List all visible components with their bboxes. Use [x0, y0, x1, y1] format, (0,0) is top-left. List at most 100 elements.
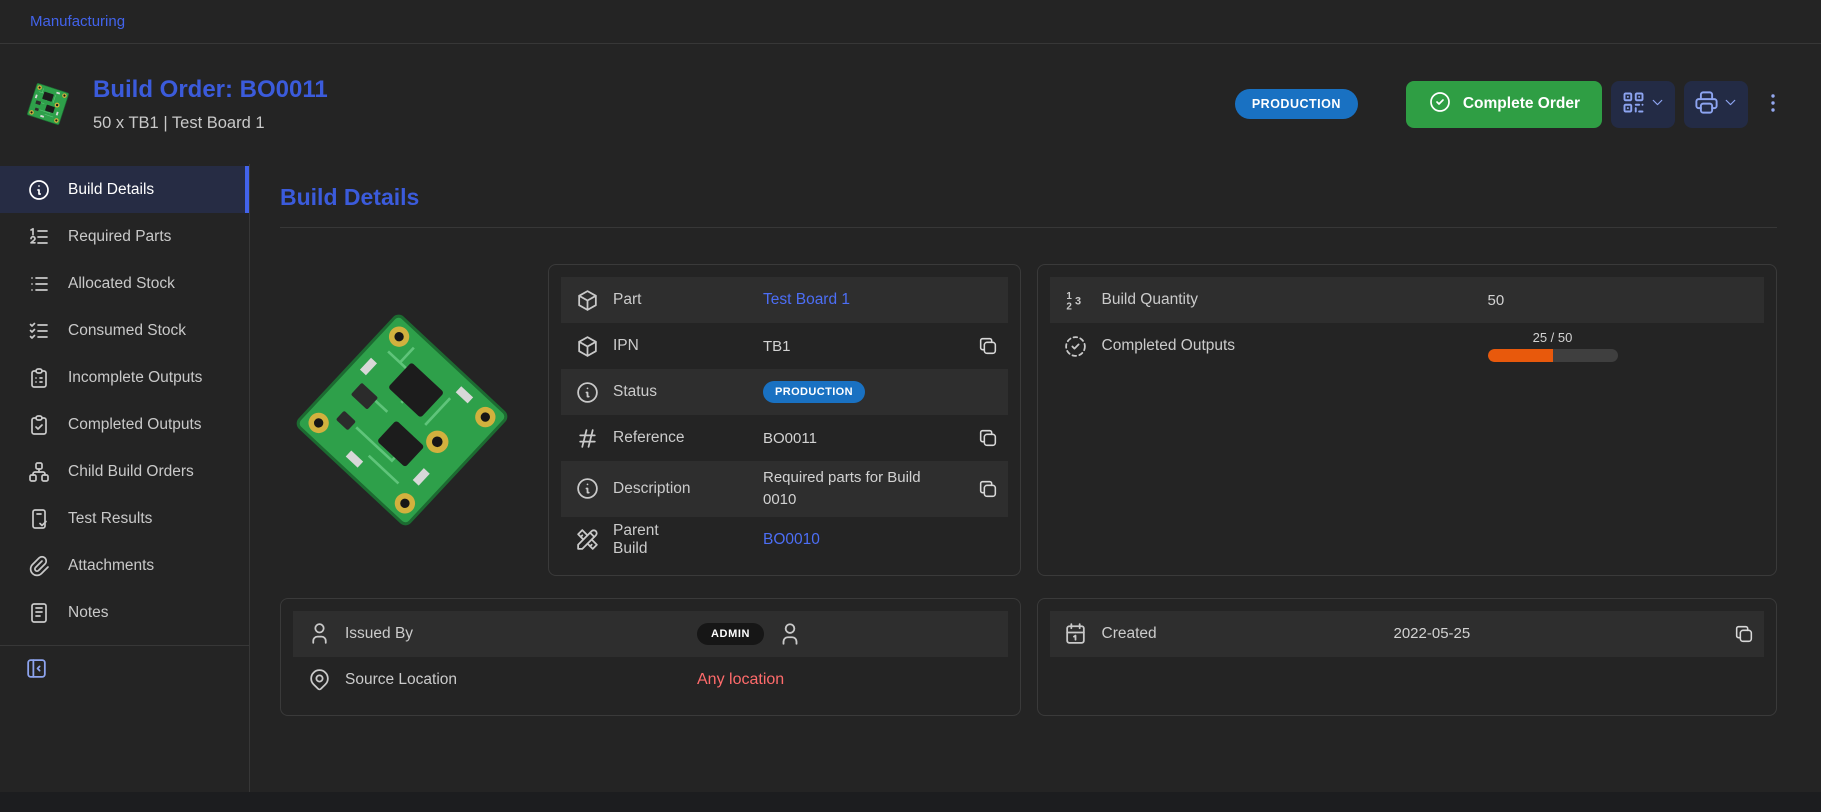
sidebar-item-allocated-stock[interactable]: Allocated Stock [0, 260, 249, 307]
sidebar-item-completed-outputs[interactable]: Completed Outputs [0, 401, 249, 448]
row-value: TB1 [763, 338, 968, 355]
row-label: Status [613, 383, 763, 401]
box-icon [561, 334, 613, 359]
page-title: Build Order: BO0011 [93, 76, 328, 104]
created-card: Created2022-05-25 [1037, 598, 1778, 716]
row-value: Required parts for Build 0010 [763, 461, 968, 517]
progress-bar: 25 / 50 [1488, 330, 1618, 362]
complete-order-button[interactable]: Complete Order [1406, 81, 1602, 128]
status-badge: PRODUCTION [1235, 89, 1358, 119]
row-label: Parent Build [613, 522, 763, 558]
copy-icon [977, 478, 999, 500]
row-value: BO0011 [763, 430, 968, 447]
row-label: IPN [613, 337, 763, 355]
sidebar-item-consumed-stock[interactable]: Consumed Stock [0, 307, 249, 354]
row-label: Issued By [345, 625, 697, 643]
copy-button[interactable] [968, 335, 1008, 357]
chevron-down-icon [1722, 94, 1739, 114]
user-icon [777, 621, 803, 647]
layout-sidebar-collapse-icon [24, 656, 49, 684]
user-icon [293, 621, 345, 646]
detail-row-reference: ReferenceBO0011 [561, 415, 1008, 461]
detail-row-created: Created2022-05-25 [1050, 611, 1765, 657]
value-link[interactable]: Test Board 1 [763, 291, 850, 309]
detail-row-status: StatusPRODUCTION [561, 369, 1008, 415]
row-label: Completed Outputs [1102, 337, 1488, 355]
barcode-actions-button[interactable] [1611, 81, 1675, 128]
value-link[interactable]: BO0010 [763, 531, 820, 549]
row-value: ADMIN [697, 621, 968, 647]
info-circle-icon [561, 380, 613, 405]
copy-button[interactable] [968, 427, 1008, 449]
build-quantity-card: 123Build Quantity50 Completed Outputs 25 /… [1037, 264, 1778, 576]
breadcrumb: Manufacturing [0, 0, 1821, 44]
sidebar-item-incomplete-outputs[interactable]: Incomplete Outputs [0, 354, 249, 401]
sidebar-item-label: Test Results [68, 510, 152, 528]
clipboard-list-icon [27, 366, 51, 390]
calendar-icon [1050, 621, 1102, 646]
copy-icon [1733, 623, 1755, 645]
svg-text:2: 2 [1066, 301, 1072, 312]
build-order-page: Manufacturing Build Order: BO0011 50 x T… [0, 0, 1821, 792]
list-numbers-icon [27, 225, 51, 249]
user-badge: ADMIN [697, 623, 764, 645]
detail-row-source-location: Source LocationAny location [293, 657, 1008, 703]
map-pin-icon [293, 667, 345, 692]
breadcrumb-link-manufacturing[interactable]: Manufacturing [30, 13, 125, 30]
row-label: Description [613, 480, 763, 498]
detail-row-build-quantity: 123Build Quantity50 [1050, 277, 1765, 323]
sidebar-item-label: Build Details [68, 181, 154, 199]
row-label: Build Quantity [1102, 291, 1488, 309]
detail-row-issued-by: Issued ByADMIN [293, 611, 1008, 657]
copy-button[interactable] [968, 478, 1008, 500]
file-check-icon [27, 507, 51, 531]
issued-by-card: Issued ByADMINSource LocationAny locatio… [280, 598, 1021, 716]
more-actions-button[interactable] [1761, 91, 1785, 118]
sidebar-item-child-build-orders[interactable]: Child Build Orders [0, 448, 249, 495]
row-aux [968, 335, 1008, 357]
value-text: BO0011 [763, 430, 817, 447]
sidebar-item-label: Consumed Stock [68, 322, 186, 340]
row-label: Reference [613, 429, 763, 447]
notes-icon [27, 601, 51, 625]
content-area: Build Details Required Parts Allocated Sto… [0, 164, 1821, 792]
part-thumbnail-image [21, 77, 75, 131]
sidebar-item-label: Incomplete Outputs [68, 369, 202, 387]
progress-label: 25 / 50 [1533, 330, 1573, 345]
status-badge: PRODUCTION [763, 381, 865, 403]
progress-track [1488, 349, 1618, 362]
row-value: 50 [1488, 292, 1725, 309]
detail-row-parent-build: Parent BuildBO0010 [561, 517, 1008, 563]
hash-icon [561, 426, 613, 451]
sidebar-item-build-details[interactable]: Build Details [0, 166, 249, 213]
value-text: 50 [1488, 292, 1505, 309]
copy-icon [977, 335, 999, 357]
tools-icon [561, 527, 613, 552]
clipboard-check-icon [27, 413, 51, 437]
header-titles: Build Order: BO0011 50 x TB1 | Test Boar… [93, 76, 328, 133]
part-image[interactable] [280, 298, 524, 542]
sidebar-item-label: Required Parts [68, 228, 171, 246]
details-left-group: PartTest Board 1IPNTB1StatusPRODUCTIONRe… [280, 264, 1021, 576]
page-header: Build Order: BO0011 50 x TB1 | Test Boar… [0, 44, 1821, 164]
collapse-sidebar-button[interactable] [24, 656, 56, 684]
print-actions-button[interactable] [1684, 81, 1748, 128]
sidebar-item-attachments[interactable]: Attachments [0, 542, 249, 589]
row-value: Any location [697, 671, 968, 689]
sidebar-item-label: Child Build Orders [68, 463, 194, 481]
detail-row-description: DescriptionRequired parts for Build 0010 [561, 461, 1008, 517]
sidebar-nav: Build Details Required Parts Allocated Sto… [0, 164, 250, 792]
sidebar-item-label: Completed Outputs [68, 416, 202, 434]
copy-button[interactable] [1724, 623, 1764, 645]
page-subtitle: 50 x TB1 | Test Board 1 [93, 114, 328, 133]
printer-icon [1693, 89, 1720, 119]
copy-icon [977, 427, 999, 449]
header-actions: PRODUCTION Complete Order [1235, 81, 1785, 128]
sidebar-item-notes[interactable]: Notes [0, 589, 249, 636]
panel-heading: Build Details [280, 184, 1777, 211]
chevron-down-icon [1649, 94, 1666, 114]
danger-text: Any location [697, 671, 784, 689]
sidebar-item-test-results[interactable]: Test Results [0, 495, 249, 542]
sidebar-item-label: Allocated Stock [68, 275, 175, 293]
sidebar-item-required-parts[interactable]: Required Parts [0, 213, 249, 260]
